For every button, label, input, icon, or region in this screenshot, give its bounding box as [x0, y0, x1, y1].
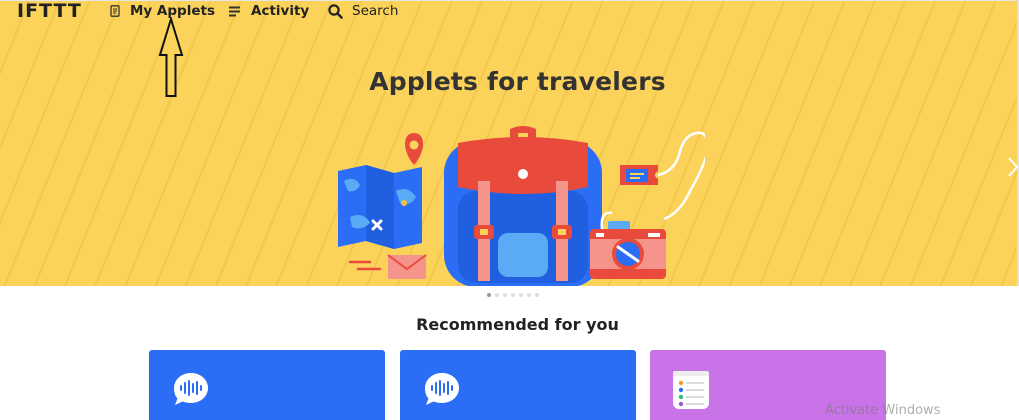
carousel-dot[interactable]	[495, 293, 499, 297]
recommended-card[interactable]	[400, 350, 636, 420]
document-icon	[110, 5, 120, 17]
ticket-icon	[620, 131, 705, 221]
carousel-dots	[487, 293, 539, 297]
carousel-dot[interactable]	[535, 293, 539, 297]
hero-title: Applets for travelers	[369, 67, 666, 96]
map-icon	[338, 165, 422, 249]
activity-label: Activity	[251, 3, 310, 19]
notes-list-icon	[672, 371, 712, 416]
os-activation-watermark: Activate Windows	[825, 403, 941, 418]
carousel-next-chevron-icon[interactable]	[1007, 156, 1019, 178]
carousel-dot[interactable]	[487, 293, 491, 297]
camera-icon	[590, 211, 666, 279]
speech-bubble-waveform-icon	[171, 371, 211, 412]
recommended-heading: Recommended for you	[416, 315, 619, 334]
carousel-dot[interactable]	[519, 293, 523, 297]
speech-bubble-waveform-icon	[422, 371, 462, 412]
envelope-icon	[387, 254, 427, 279]
search-label: Search	[352, 3, 399, 19]
nav-activity[interactable]: Activity	[229, 2, 309, 20]
nav-search[interactable]: Search	[328, 2, 398, 20]
ifttt-logo[interactable]: IFTTT	[17, 1, 82, 21]
recommended-card[interactable]	[149, 350, 385, 420]
search-icon	[328, 3, 343, 19]
hero-banner[interactable]: IFTTT My Applets Activity Search Applets…	[0, 0, 1019, 286]
backpack-icon	[444, 126, 602, 286]
ifttt-page: IFTTT My Applets Activity Search Applets…	[0, 0, 1019, 420]
map-pin-icon	[405, 133, 423, 165]
list-icon	[229, 6, 241, 17]
carousel-dot[interactable]	[503, 293, 507, 297]
carousel-dot[interactable]	[527, 293, 531, 297]
travel-illustration	[338, 126, 705, 286]
top-nav: IFTTT My Applets Activity Search	[0, 1, 1019, 23]
carousel-dot[interactable]	[511, 293, 515, 297]
